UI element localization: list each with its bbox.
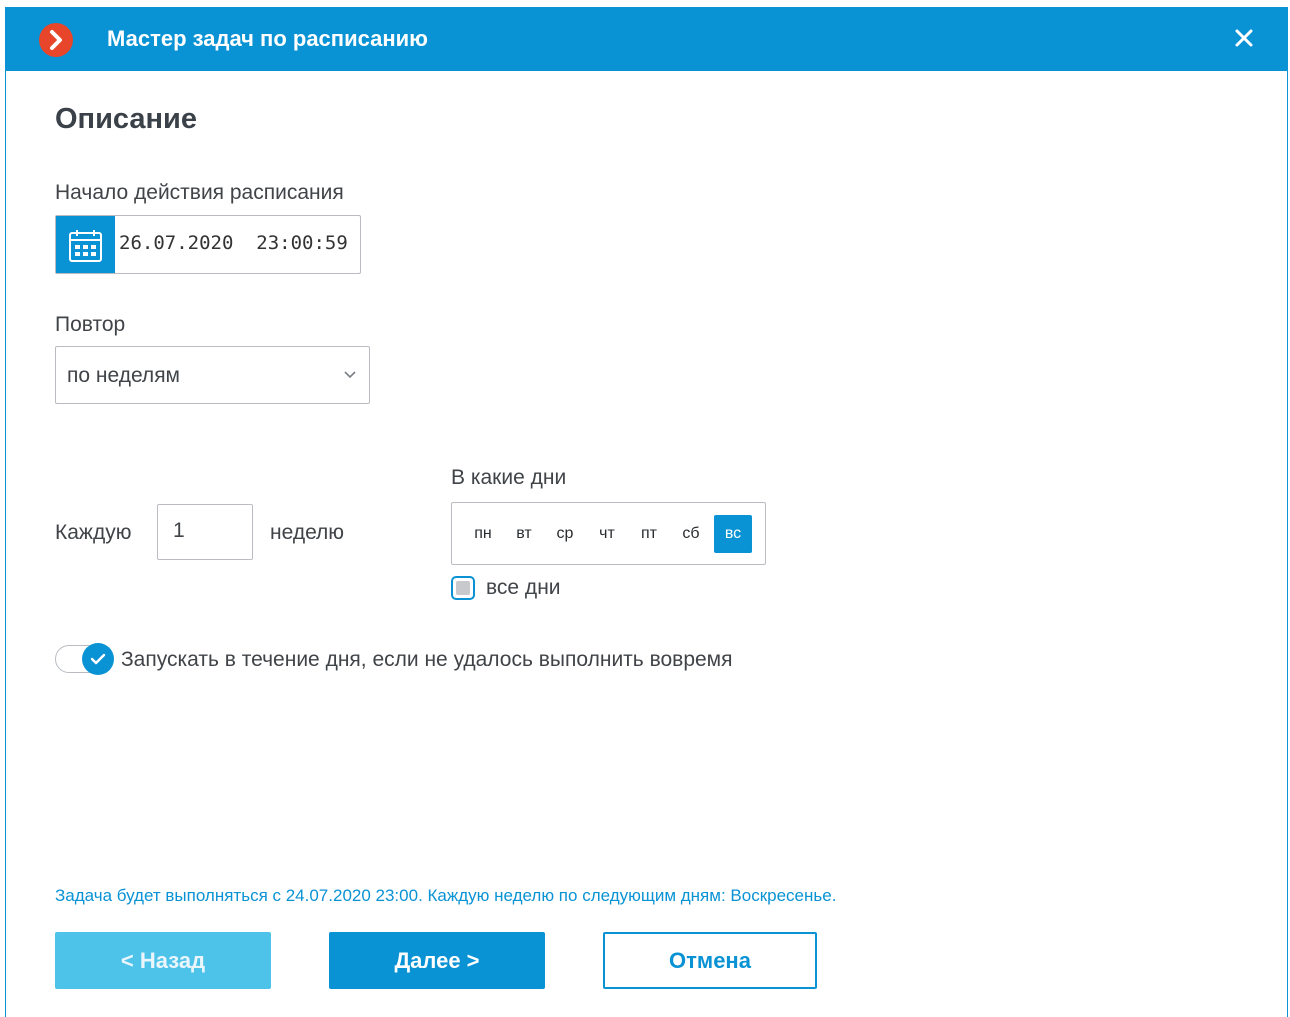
day-fri[interactable]: пт [630, 515, 668, 553]
schedule-summary: Задача будет выполняться с 24.07.2020 23… [55, 886, 837, 905]
day-tue[interactable]: вт [505, 515, 543, 553]
repeat-label: Повтор [55, 313, 126, 336]
close-icon [1235, 29, 1253, 47]
run-missed-label: Запускать в течение дня, если не удалось… [121, 648, 733, 671]
start-datetime-value: 26.07.2020 23:00:59 [119, 232, 348, 254]
run-missed-toggle[interactable] [55, 643, 114, 675]
day-sun[interactable]: вс [714, 515, 752, 553]
section-title: Описание [55, 103, 197, 135]
all-days-checkbox[interactable] [451, 576, 475, 600]
close-button[interactable] [1231, 25, 1257, 51]
start-datetime-field[interactable]: 26.07.2020 23:00:59 [55, 215, 361, 274]
calendar-icon [69, 230, 102, 262]
repeat-select[interactable]: по неделям [55, 346, 370, 404]
wizard-dialog: Мастер задач по расписанию Описание Нача… [5, 7, 1288, 1017]
app-logo-icon [39, 23, 73, 57]
repeat-select-value: по неделям [67, 364, 180, 387]
every-unit-label: неделю [270, 521, 345, 544]
title-bar: Мастер задач по расписанию [6, 7, 1287, 71]
start-date-label: Начало действия расписания [55, 181, 344, 204]
week-interval-value: 1 [173, 519, 185, 542]
next-button[interactable]: Далее > [329, 932, 545, 989]
window-title: Мастер задач по расписанию [107, 26, 428, 51]
check-icon [90, 653, 106, 665]
calendar-button[interactable] [56, 216, 115, 273]
chevron-down-icon [344, 371, 356, 379]
all-days-label: все дни [486, 576, 561, 599]
day-thu[interactable]: чт [588, 515, 626, 553]
day-sat[interactable]: сб [672, 515, 710, 553]
days-label: В какие дни [451, 466, 567, 489]
cancel-button[interactable]: Отмена [603, 932, 817, 989]
week-interval-input[interactable]: 1 [157, 504, 253, 560]
toggle-knob [82, 643, 114, 675]
days-selector: пн вт ср чт пт сб вс [451, 502, 766, 565]
back-button[interactable]: < Назад [55, 932, 271, 989]
every-label: Каждую [55, 521, 132, 544]
day-wed[interactable]: ср [546, 515, 584, 553]
checkbox-indicator [456, 581, 470, 595]
day-mon[interactable]: пн [464, 515, 502, 553]
